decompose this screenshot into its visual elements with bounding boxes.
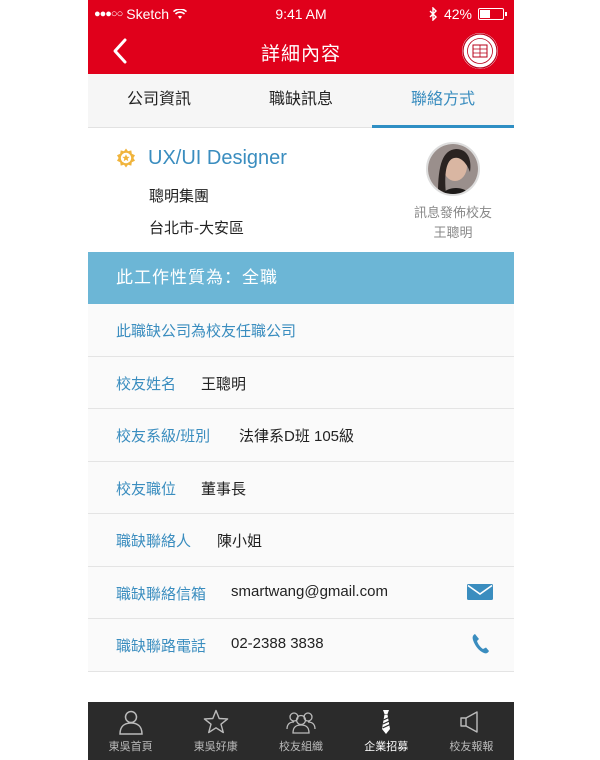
tab-home[interactable]: 東吳首頁 — [88, 702, 173, 760]
status-right: 42% — [429, 6, 507, 22]
alumni-class-value: 法律系D班 105級 — [239, 428, 355, 445]
tab-recruiting-label: 企業招募 — [364, 741, 409, 753]
row-label: 此職缺公司為校友任職公司 — [116, 323, 297, 340]
phone-screen: ●●●○○ Sketch 9:41 AM 42% 詳細內容 公司資訊 職缺訊息 … — [88, 0, 514, 760]
poster-label: 訊息發佈校友 — [413, 205, 492, 220]
bluetooth-icon — [429, 7, 437, 21]
status-bar: ●●●○○ Sketch 9:41 AM 42% — [88, 0, 514, 28]
group-icon — [286, 712, 316, 734]
mail-icon[interactable] — [466, 580, 494, 604]
job-header: UX/UI Designer 聰明集團 台北市-大安區 訊息發佈校友 王聰明 — [88, 128, 514, 252]
row-label: 校友系級/班別 — [116, 428, 211, 445]
row-label: 職缺聯絡人 — [116, 533, 192, 550]
battery-icon — [478, 8, 507, 20]
row-label: 職缺聯絡信箱 — [116, 585, 207, 603]
alumni-name-row: 校友姓名 王聰明 — [88, 356, 514, 409]
contact-email-row[interactable]: 職缺聯絡信箱 smartwang@gmail.com — [88, 566, 514, 619]
tie-icon — [382, 710, 391, 734]
row-label: 校友職位 — [116, 480, 177, 498]
alumni-company-note-row: 此職缺公司為校友任職公司 — [88, 304, 514, 357]
phone-icon[interactable] — [466, 632, 494, 656]
contact-person-row: 職缺聯絡人 陳小姐 — [88, 514, 514, 567]
tab-deals[interactable]: 東吳好康 — [173, 702, 258, 760]
avatar-photo — [428, 144, 478, 194]
contact-email-value[interactable]: smartwang@gmail.com — [231, 583, 388, 600]
person-icon — [118, 710, 143, 735]
tab-news-label: 校友報報 — [449, 741, 494, 753]
nav-bar: 詳細內容 — [88, 28, 514, 74]
poster-avatar[interactable] — [426, 142, 480, 196]
company-name: 聰明集團 — [149, 188, 210, 205]
alumni-class-row: 校友系級/班別 法律系D班 105級 — [88, 409, 514, 462]
row-label: 職缺聯路電話 — [116, 638, 207, 655]
alumni-position-value: 董事長 — [201, 480, 247, 498]
star-icon — [203, 709, 229, 734]
top-bar: ●●●○○ Sketch 9:41 AM 42% 詳細內容 — [88, 0, 514, 74]
bottom-tab-bar: 東吳首頁 東吳好康 校友組織 企業招募 校友報報 — [88, 702, 514, 760]
row-label: 校友姓名 — [116, 375, 177, 393]
alumni-name-value: 王聰明 — [201, 375, 247, 393]
tab-company-info[interactable]: 公司資訊 — [88, 74, 230, 127]
star-badge-icon — [117, 148, 135, 168]
job-title: UX/UI Designer — [148, 147, 287, 169]
tab-alumni-org[interactable]: 校友組織 — [258, 702, 343, 760]
page-title: 詳細內容 — [260, 44, 341, 65]
tab-job-info[interactable]: 職缺訊息 — [230, 74, 372, 127]
job-type-banner: 此工作性質為：全職 — [88, 252, 514, 304]
contact-phone-row[interactable]: 職缺聯路電話 02-2388 3838 — [88, 619, 514, 672]
job-location: 台北市-大安區 — [149, 220, 244, 237]
battery-percent: 42% — [443, 6, 472, 22]
contact-phone-value[interactable]: 02-2388 3838 — [231, 635, 324, 652]
contact-list: 此職缺公司為校友任職公司 校友姓名 王聰明 校友系級/班別 法律系D班 105級… — [88, 304, 514, 672]
tab-news[interactable]: 校友報報 — [429, 702, 514, 760]
tab-alumni-org-label: 校友組織 — [279, 741, 323, 753]
megaphone-icon — [460, 711, 479, 733]
tab-deals-label: 東吳好康 — [193, 741, 238, 753]
tab-home-label: 東吳首頁 — [108, 741, 153, 753]
segment-tabs: 公司資訊 職缺訊息 聯絡方式 — [88, 74, 514, 128]
tab-recruiting[interactable]: 企業招募 — [344, 702, 429, 760]
contact-person-value: 陳小姐 — [217, 533, 263, 550]
alumni-position-row: 校友職位 董事長 — [88, 461, 514, 514]
university-logo[interactable] — [462, 33, 498, 69]
poster-name: 王聰明 — [433, 225, 473, 240]
tab-contact[interactable]: 聯絡方式 — [372, 74, 514, 128]
